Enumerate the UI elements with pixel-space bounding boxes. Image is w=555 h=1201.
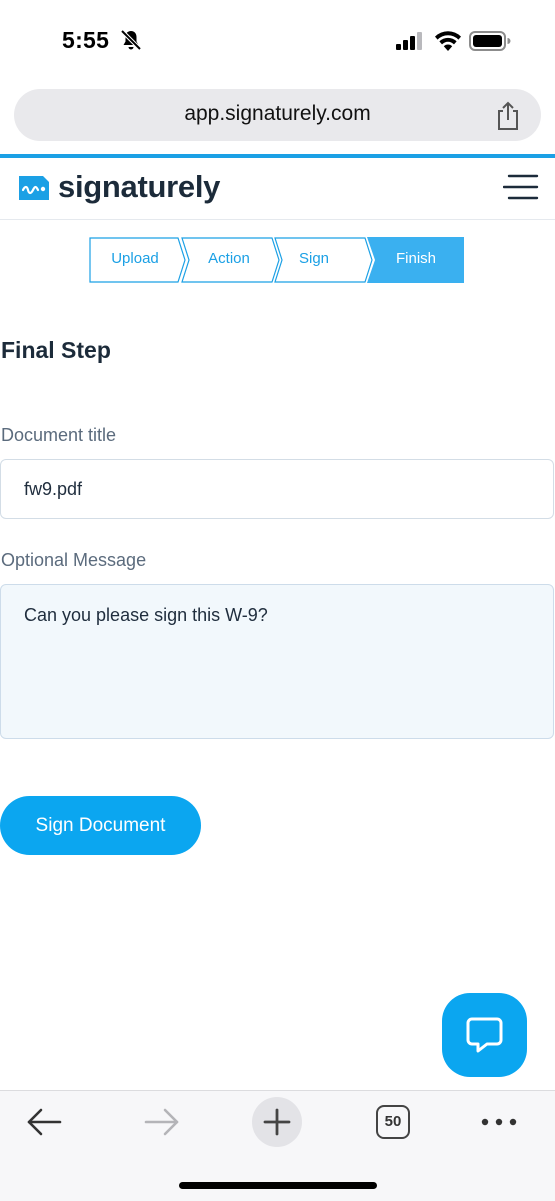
tab-count: 50 [384,1113,402,1130]
battery-icon [469,31,511,51]
sign-document-button[interactable]: Sign Document [0,796,201,855]
signal-icon [396,32,422,50]
step-sign[interactable]: Sign [274,237,374,283]
chat-icon [466,1017,503,1053]
forward-arrow-icon[interactable] [142,1107,180,1137]
status-bar: 5:55 [0,0,555,84]
status-time: 5:55 [62,27,110,53]
bell-slash-icon [120,29,142,51]
chat-button[interactable] [442,993,527,1077]
step-action[interactable]: Action [181,237,281,283]
optional-message-input[interactable]: Can you please sign this W-9? [0,584,554,739]
tabs-icon[interactable]: 50 [376,1105,410,1139]
document-title-input[interactable] [0,459,554,519]
home-indicator [179,1182,377,1189]
url-text[interactable]: app.signaturely.com [14,102,541,126]
step-action-label: Action [208,250,250,267]
step-sign-label: Sign [298,250,330,267]
app-header: signaturely [0,158,555,220]
document-title-label: Document title [1,425,117,445]
logo-text[interactable]: signaturely [58,169,220,205]
signaturely-logo-icon[interactable] [16,174,50,202]
step-progress: Upload Action Sign Finish [89,237,464,283]
new-tab-plus-icon[interactable] [251,1096,303,1148]
hamburger-menu-icon[interactable] [503,172,539,202]
step-finish[interactable]: Finish [367,237,464,283]
wifi-icon [435,31,461,51]
optional-message-label: Optional Message [1,550,147,570]
share-icon[interactable] [495,101,521,131]
more-icon[interactable] [481,1118,517,1126]
back-arrow-icon[interactable] [26,1107,64,1137]
page-title: Final Step [1,337,111,363]
address-bar[interactable]: app.signaturely.com [14,89,541,141]
step-upload-label: Upload [111,250,159,267]
step-upload[interactable]: Upload [89,237,187,283]
step-finish-label: Finish [395,250,436,267]
